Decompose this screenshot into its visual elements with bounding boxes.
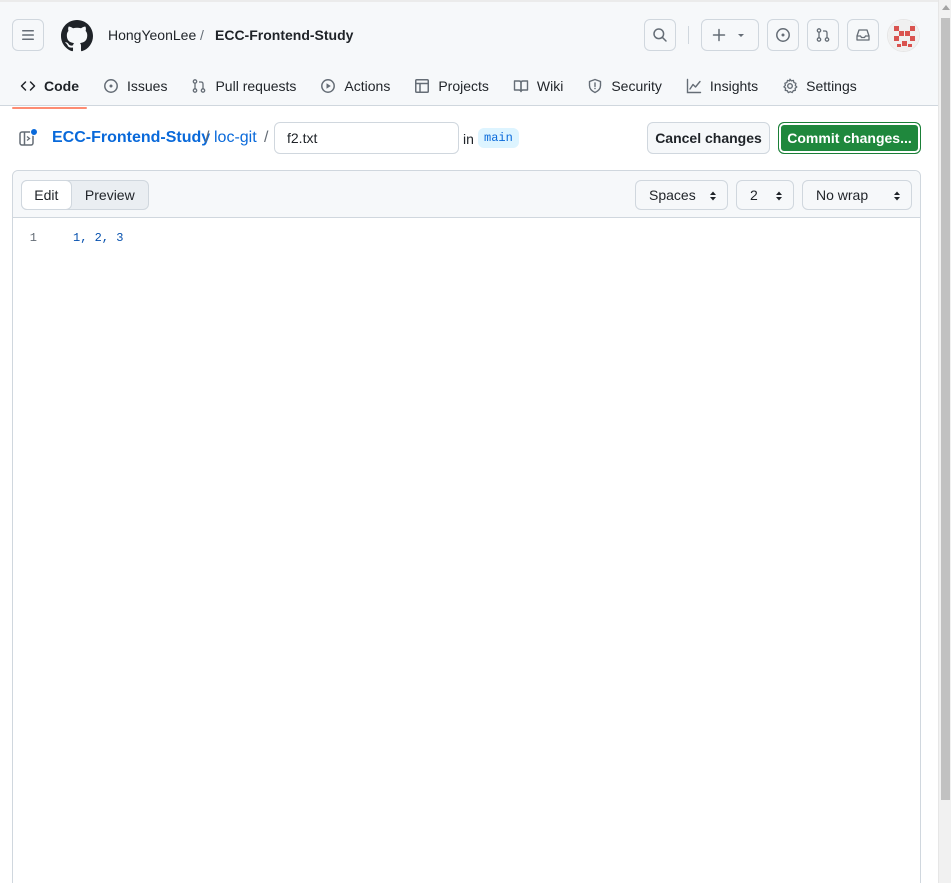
line-content[interactable]: 1, 2, 3 (43, 231, 123, 249)
pull-request-icon (193, 79, 206, 93)
tab-insights[interactable]: Insights (678, 67, 766, 105)
indent-size-value: 2 (750, 187, 758, 203)
inbox-button[interactable] (847, 19, 879, 51)
code-line: 1 1, 2, 3 (13, 231, 124, 249)
tab-label: Wiki (536, 78, 564, 94)
path-separator: / (205, 129, 210, 146)
issues-button[interactable] (767, 19, 799, 51)
plus-icon (712, 28, 726, 42)
expand-file-tree-icon[interactable] (18, 128, 38, 148)
indent-mode-select[interactable]: Spaces (635, 180, 728, 210)
path-repo-link[interactable]: ECC-Frontend-Study (52, 129, 210, 147)
app-header: HongYeonLee / ECC-Frontend-Study Code Is… (0, 0, 938, 109)
line-number: 1 (29, 231, 37, 245)
tab-pull-requests[interactable]: Pull requests (183, 67, 304, 105)
path-directory-link[interactable]: loc-git (214, 129, 257, 147)
edit-preview-toggle: Edit Preview (21, 180, 149, 210)
code-icon (20, 81, 36, 91)
preview-tab[interactable]: Preview (72, 181, 148, 209)
filename-input[interactable] (274, 122, 459, 154)
breadcrumb-separator: / (200, 27, 204, 43)
code-editor: Edit Preview Spaces 2 No wrap 1 1, 2, 3 (12, 170, 921, 883)
in-label: in (463, 131, 474, 147)
wrap-mode-select[interactable]: No wrap (802, 180, 912, 210)
select-arrows-icon (894, 191, 900, 201)
tab-label: Actions (344, 78, 391, 94)
github-logo-icon[interactable] (61, 20, 93, 52)
code-area[interactable]: 1 1, 2, 3 (13, 219, 920, 883)
shield-icon (589, 78, 602, 94)
tab-wiki[interactable]: Wiki (505, 67, 571, 105)
user-avatar[interactable] (887, 19, 920, 52)
header-divider (688, 26, 689, 44)
indent-size-select[interactable]: 2 (736, 180, 794, 210)
tab-code[interactable]: Code (12, 67, 87, 109)
wrap-mode-value: No wrap (816, 187, 869, 203)
tab-projects[interactable]: Projects (406, 67, 497, 105)
repo-nav: Code Issues Pull requests Actions Projec… (12, 65, 873, 109)
pull-requests-button[interactable] (807, 19, 839, 51)
select-arrows-icon (710, 191, 716, 201)
graph-icon (686, 78, 702, 94)
tab-label: Security (611, 78, 662, 94)
page: HongYeonLee / ECC-Frontend-Study Code Is… (0, 0, 938, 883)
triangle-down-icon (738, 34, 744, 37)
issue-opened-icon (776, 28, 790, 42)
book-icon (513, 80, 529, 93)
menu-button[interactable] (12, 19, 44, 51)
scroll-up-arrow-icon[interactable] (942, 5, 950, 10)
scrollbar-thumb[interactable] (941, 18, 950, 800)
indent-mode-value: Spaces (649, 187, 696, 203)
tab-label: Code (44, 78, 79, 94)
create-new-button[interactable] (701, 19, 759, 51)
cancel-changes-button[interactable]: Cancel changes (647, 122, 770, 154)
commit-changes-button[interactable]: Commit changes... (778, 122, 921, 154)
vertical-scrollbar[interactable] (938, 0, 951, 883)
breadcrumb-repo[interactable]: ECC-Frontend-Study (215, 27, 353, 43)
edit-tab[interactable]: Edit (21, 180, 72, 210)
tab-issues[interactable]: Issues (95, 67, 175, 105)
search-button[interactable] (644, 19, 676, 51)
tab-actions[interactable]: Actions (312, 67, 398, 105)
gear-icon (783, 78, 798, 94)
path-separator: / (264, 129, 269, 146)
tab-label: Pull requests (215, 78, 297, 94)
tab-label: Insights (709, 78, 759, 94)
tab-security[interactable]: Security (579, 67, 670, 105)
issue-icon (104, 79, 118, 93)
breadcrumb-owner[interactable]: HongYeonLee (108, 27, 196, 43)
editor-toolbar: Edit Preview Spaces 2 No wrap (13, 171, 920, 218)
identicon-icon (888, 20, 919, 51)
git-pull-request-icon (816, 28, 830, 42)
search-icon (653, 28, 667, 42)
branch-badge: main (478, 128, 519, 148)
tab-label: Issues (127, 78, 168, 94)
tab-label: Settings (806, 78, 857, 94)
select-arrows-icon (776, 191, 782, 201)
hamburger-icon (22, 30, 34, 40)
tab-label: Projects (438, 78, 489, 94)
table-icon (415, 79, 430, 93)
tab-settings[interactable]: Settings (774, 67, 865, 105)
inbox-icon (856, 29, 870, 41)
play-icon (321, 79, 336, 93)
